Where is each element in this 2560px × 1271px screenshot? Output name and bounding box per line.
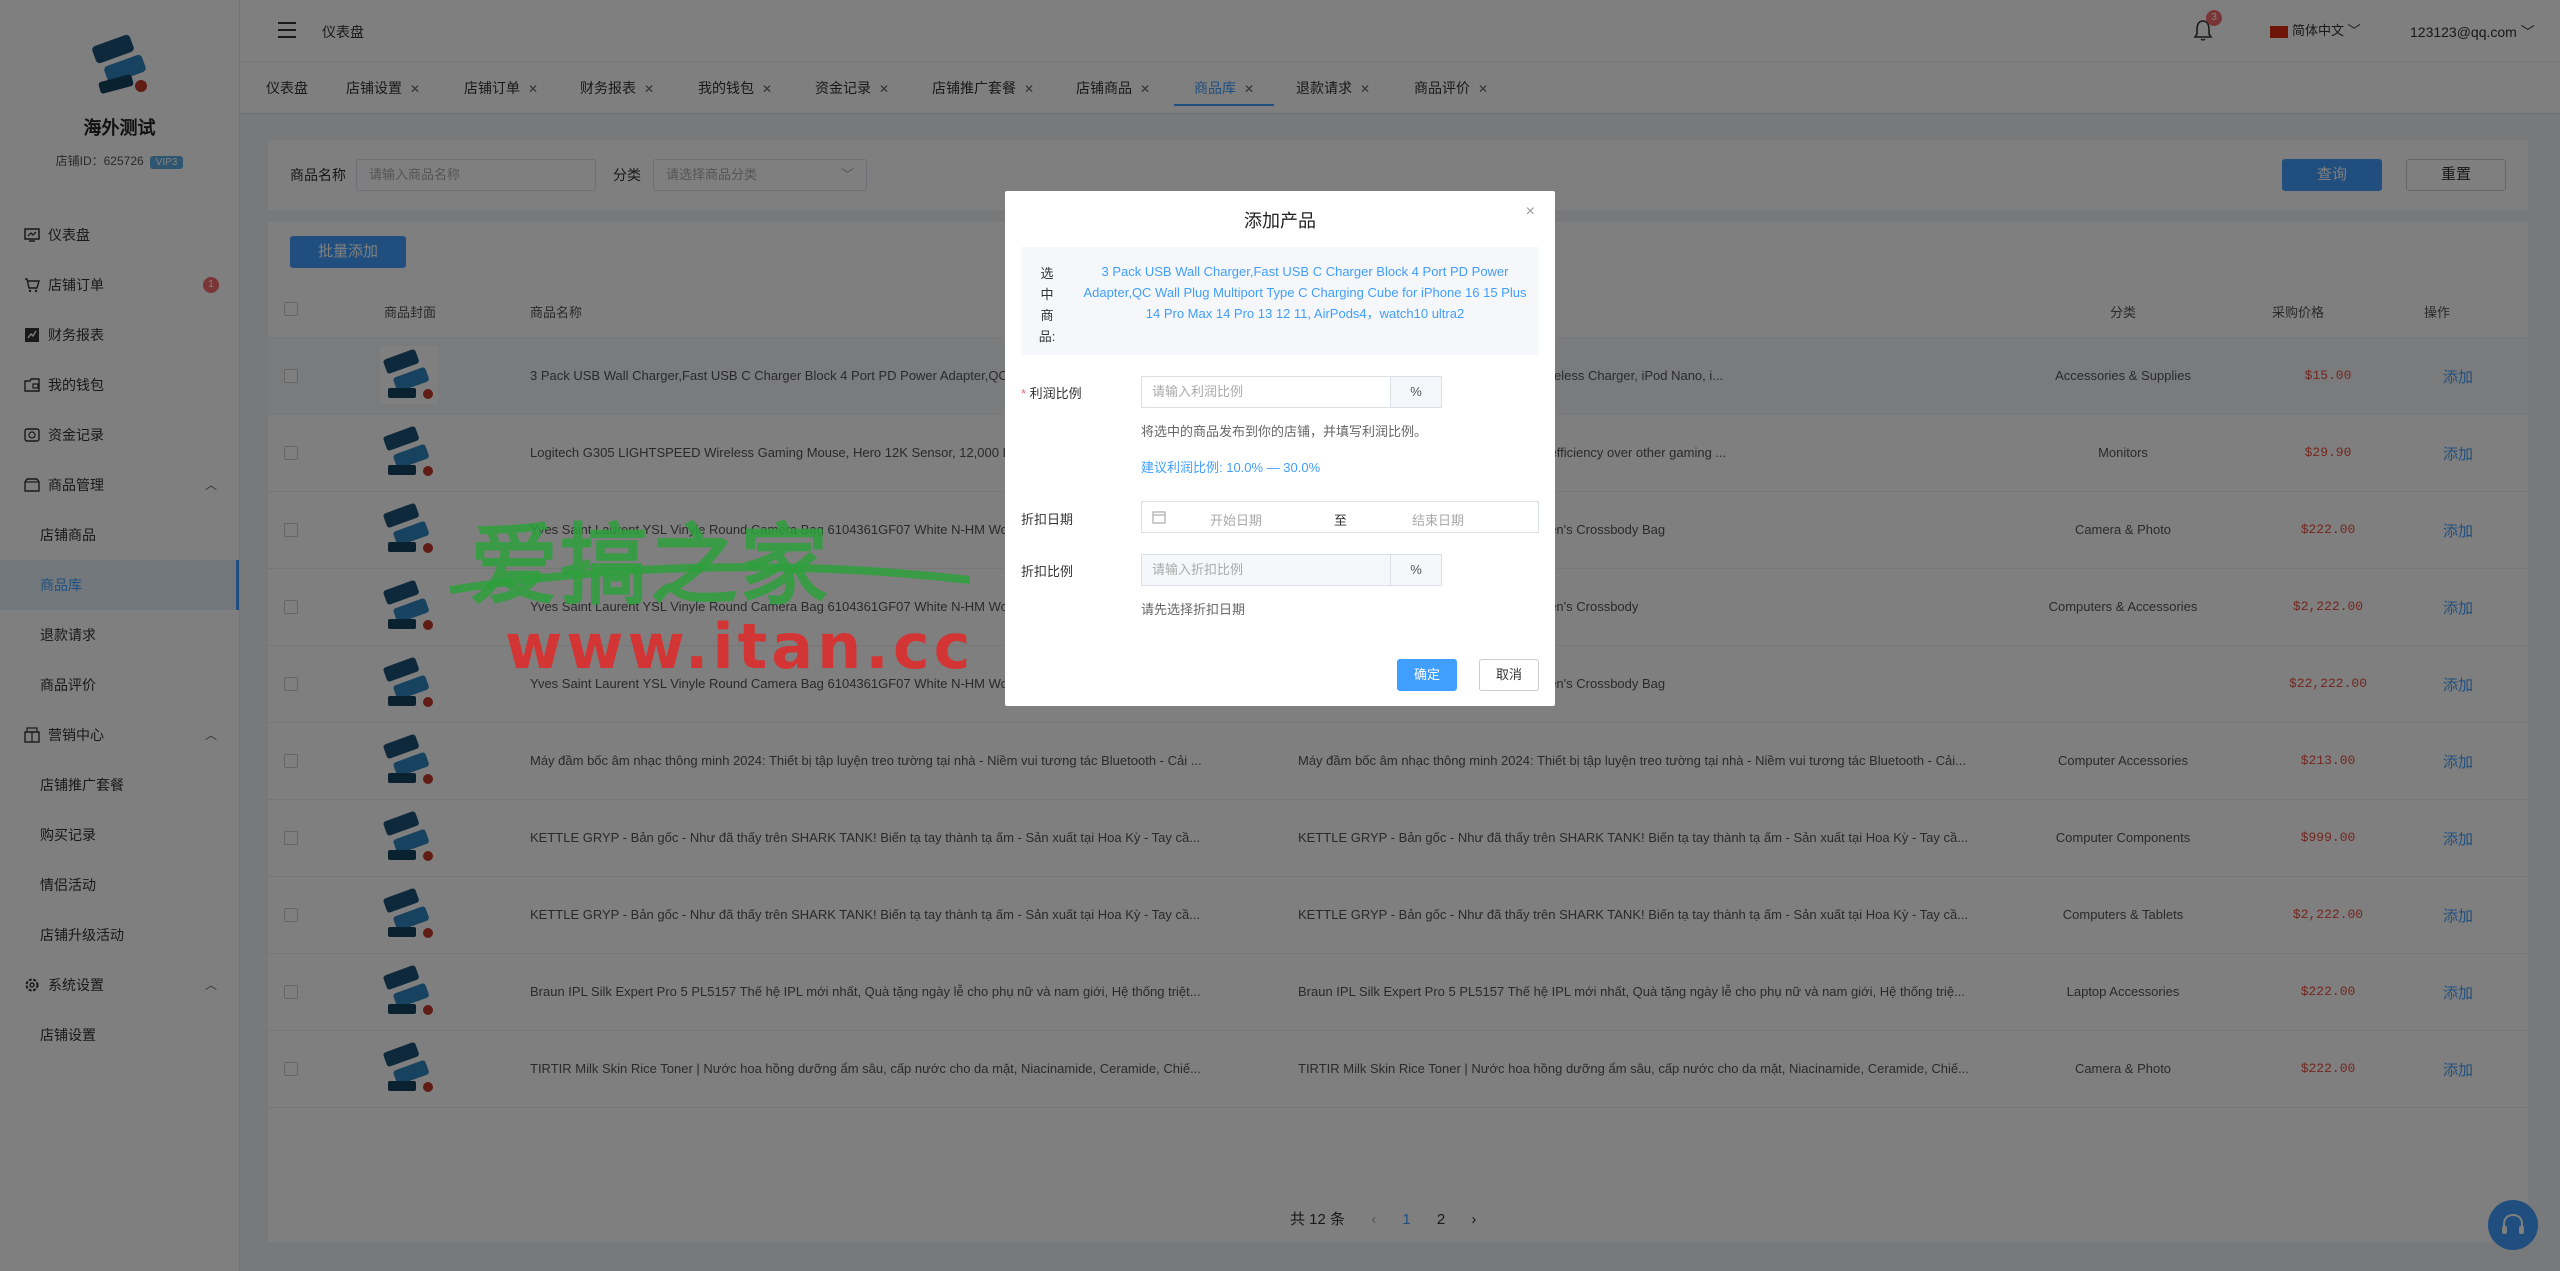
discount-percent-suffix: % <box>1390 554 1442 586</box>
profit-suggestion: 建议利润比例: 10.0% — 30.0% <box>1141 460 1321 475</box>
discount-ratio-label: 折扣比例 <box>1021 564 1074 579</box>
end-date-input[interactable]: 结束日期 <box>1412 510 1464 529</box>
selected-products-text: 3 Pack USB Wall Charger,Fast USB C Charg… <box>1083 264 1527 321</box>
watermark-swoosh <box>450 563 970 594</box>
watermark-chinese: 爱搞之家 <box>470 514 831 617</box>
confirm-button[interactable]: 确定 <box>1397 659 1457 691</box>
profit-ratio-input[interactable]: 请输入利润比例 <box>1141 376 1391 408</box>
add-product-dialog: 添加产品 × 选中商品: 3 Pack USB Wall Charger,Fas… <box>1005 191 1555 706</box>
close-icon[interactable]: × <box>1526 203 1535 221</box>
calendar-icon <box>1152 511 1166 524</box>
start-date-input[interactable]: 开始日期 <box>1210 510 1262 529</box>
profit-percent-suffix: % <box>1390 376 1442 408</box>
discount-date-label: 折扣日期 <box>1021 512 1074 527</box>
discount-date-range[interactable]: 开始日期 至 结束日期 <box>1141 501 1539 533</box>
dialog-title: 添加产品 <box>1244 211 1316 231</box>
range-separator: 至 <box>1334 513 1348 528</box>
discount-hint: 请先选择折扣日期 <box>1141 602 1246 617</box>
discount-ratio-input[interactable]: 请输入折扣比例 <box>1141 554 1391 586</box>
profit-hint: 将选中的商品发布到你的店铺，并填写利润比例。 <box>1141 424 1428 439</box>
watermark-url: www.itan.cc <box>505 610 975 683</box>
profit-ratio-label: * 利润比例 <box>1021 386 1082 401</box>
cancel-button[interactable]: 取消 <box>1479 659 1539 691</box>
selected-products-box: 选中商品: 3 Pack USB Wall Charger,Fast USB C… <box>1021 247 1539 355</box>
selected-label: 选中商品: <box>1038 266 1056 344</box>
